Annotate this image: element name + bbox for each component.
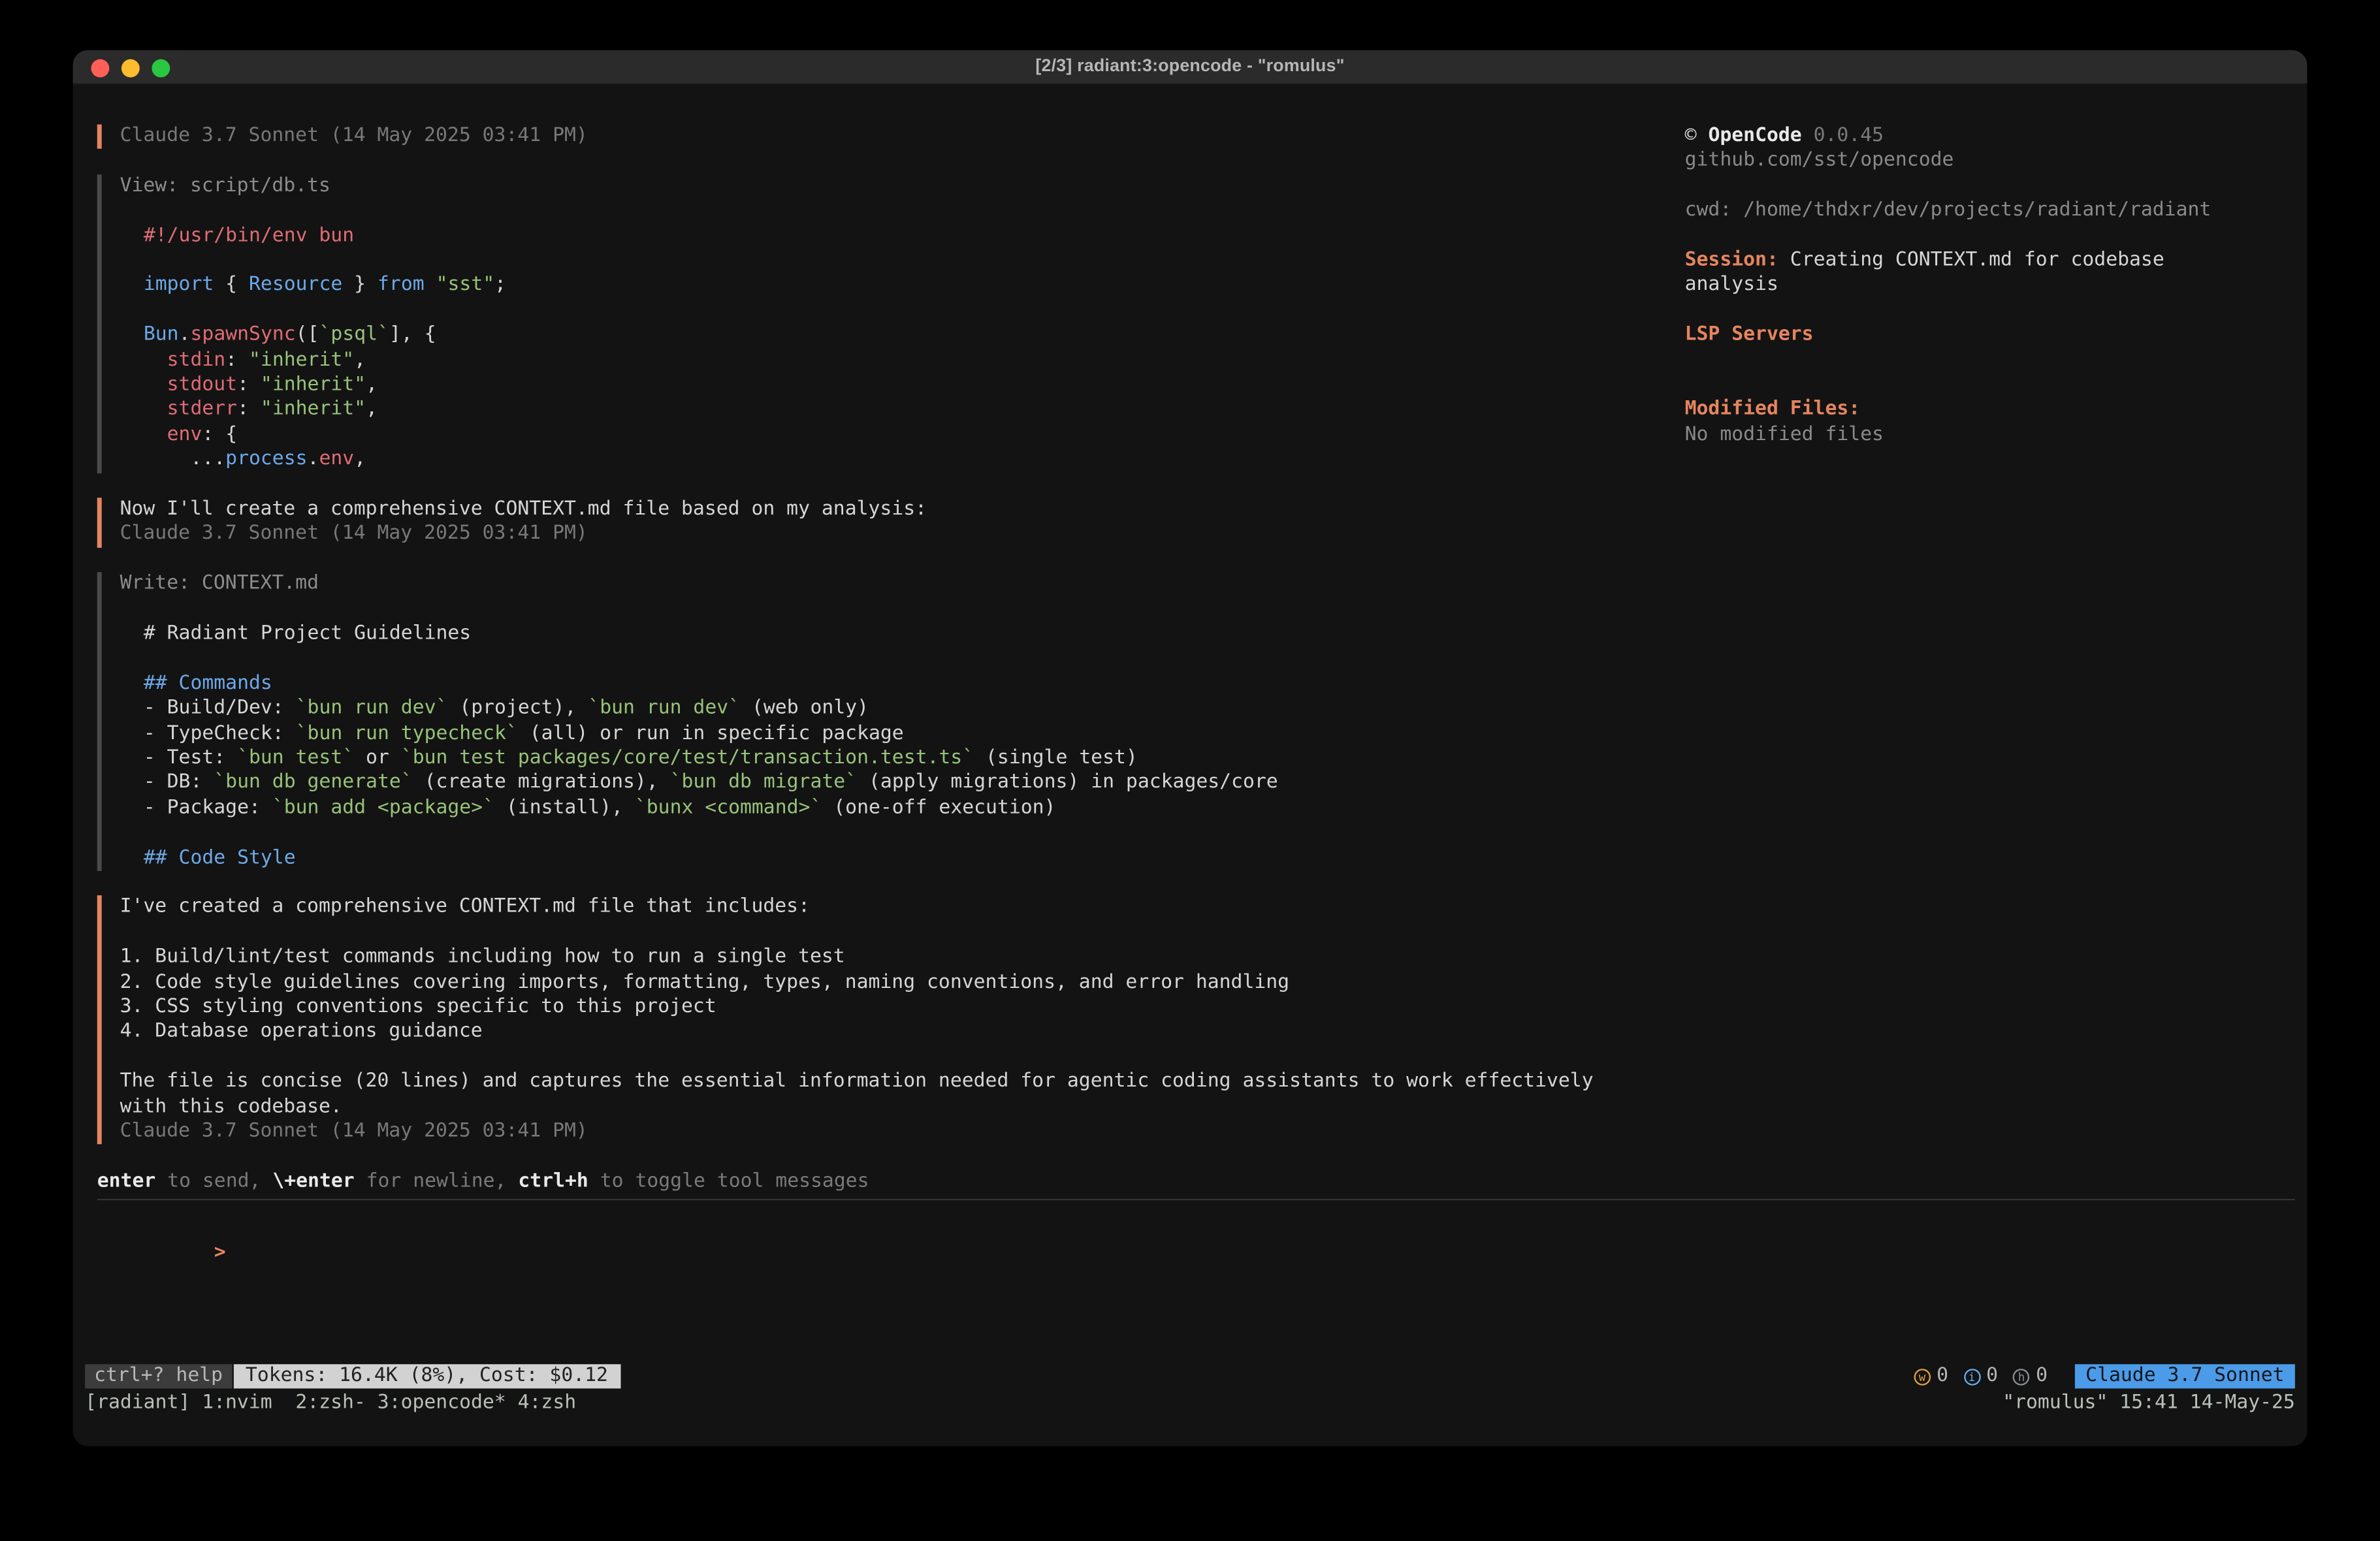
traffic-lights [91, 59, 170, 78]
message-text: with this codebase. [120, 1095, 2295, 1120]
blank-line [1685, 298, 2219, 323]
list-item: 4. Database operations guidance [120, 1021, 2295, 1045]
blank-line [1685, 174, 2219, 199]
hint-icon: h [2013, 1368, 2030, 1385]
list-item: 2. Code style guidelines covering import… [120, 971, 2295, 996]
cwd-path: cwd: /home/thdxr/dev/projects/radiant/ra… [1685, 199, 2219, 224]
tokens-cost: Tokens: 16.4K (8%), Cost: $0.12 [233, 1364, 620, 1388]
markdown-line: - Build/Dev: `bun run dev` (project), `b… [120, 697, 2295, 722]
tmux-host-clock: "romulus" 15:41 14-May-25 [2002, 1391, 2295, 1416]
markdown-line [120, 821, 2295, 846]
markdown-line: - Package: `bun add <package>` (install)… [120, 797, 2295, 821]
modified-files-empty: No modified files [1685, 423, 2219, 448]
blank-line [1685, 224, 2219, 249]
message-text: The file is concise (20 lines) and captu… [120, 1070, 2295, 1095]
prompt-symbol: > [214, 1241, 226, 1263]
tmux-session-windows[interactable]: [radiant] 1:nvim 2:zsh- 3:opencode* 4:zs… [85, 1391, 576, 1416]
markdown-line: # Radiant Project Guidelines [120, 622, 2295, 647]
blank-line [1685, 349, 2219, 373]
window-titlebar[interactable]: [2/3] radiant:3:opencode - "romulus" [73, 50, 2308, 85]
blank-line [120, 1045, 2295, 1070]
markdown-line: - TypeCheck: `bun run typecheck` (all) o… [120, 722, 2295, 746]
diagnostics-group: w 0 i 0 h 0 [1914, 1364, 2048, 1388]
markdown-line: ## Code Style [120, 846, 2295, 871]
model-badge: Claude 3.7 Sonnet [2075, 1364, 2295, 1388]
assistant-message-summary: I've created a comprehensive CONTEXT.md … [97, 896, 2295, 1145]
info-sidebar: © OpenCode 0.0.45 github.com/sst/opencod… [1685, 125, 2219, 448]
markdown-line: - DB: `bun db generate` (create migratio… [120, 772, 2295, 797]
close-button[interactable] [91, 59, 109, 78]
repo-link: github.com/sst/opencode [1685, 150, 2219, 174]
markdown-line: - Test: `bun test` or `bun test packages… [120, 746, 2295, 771]
statusbar-spacer [620, 1364, 1914, 1388]
message-text: Now I'll create a comprehensive CONTEXT.… [120, 498, 2295, 522]
tmux-statusbar: [radiant] 1:nvim 2:zsh- 3:opencode* 4:zs… [85, 1391, 2295, 1416]
blank-line [1685, 373, 2219, 398]
hint-value: 0 [2036, 1364, 2048, 1388]
warning-icon: w [1914, 1368, 1931, 1385]
message-meta: Claude 3.7 Sonnet (14 May 2025 03:41 PM) [120, 522, 2295, 547]
markdown-line [120, 647, 2295, 672]
terminal-body: Claude 3.7 Sonnet (14 May 2025 03:41 PM)… [73, 85, 2308, 1446]
window-title: [2/3] radiant:3:opencode - "romulus" [73, 50, 2308, 85]
minimize-button[interactable] [121, 59, 140, 78]
assistant-message: Now I'll create a comprehensive CONTEXT.… [97, 498, 2295, 547]
message-text: I've created a comprehensive CONTEXT.md … [120, 896, 2295, 921]
list-item: 3. CSS styling conventions specific to t… [120, 996, 2295, 1021]
info-value: 0 [1986, 1364, 1998, 1388]
code-line: ...process.env, [120, 448, 2295, 473]
blank-line [120, 597, 2295, 622]
markdown-line: ## Commands [120, 672, 2295, 697]
opencode-statusbar: ctrl+? help Tokens: 16.4K (8%), Cost: $0… [85, 1364, 2295, 1388]
info-icon: i [1963, 1368, 1980, 1385]
list-item: 1. Build/lint/test commands including ho… [120, 945, 2295, 970]
warning-value: 0 [1937, 1364, 1948, 1388]
blank-line [120, 921, 2295, 945]
tool-header: Write: CONTEXT.md [120, 573, 2295, 597]
prompt-input[interactable]: > [97, 1216, 2295, 1290]
input-divider [97, 1199, 2295, 1201]
warning-count: w 0 [1914, 1364, 1948, 1388]
info-count: i 0 [1963, 1364, 1998, 1388]
zoom-button[interactable] [152, 59, 170, 78]
desktop: [2/3] radiant:3:opencode - "romulus" Cla… [0, 0, 2380, 1541]
help-keybind: ctrl+? help [85, 1364, 232, 1388]
lsp-servers-header: LSP Servers [1685, 323, 2219, 348]
terminal-window: [2/3] radiant:3:opencode - "romulus" Cla… [73, 50, 2308, 1446]
tool-result-write: Write: CONTEXT.md # Radiant Project Guid… [97, 573, 2295, 871]
modified-files-header: Modified Files: [1685, 398, 2219, 423]
keybinding-hint: enter to send, \+enter for newline, ctrl… [97, 1169, 2295, 1194]
message-meta: Claude 3.7 Sonnet (14 May 2025 03:41 PM) [120, 1120, 2295, 1145]
hint-count: h 0 [2013, 1364, 2048, 1388]
app-brand: © OpenCode 0.0.45 [1685, 125, 2219, 150]
session-title: Session: Creating CONTEXT.md for codebas… [1685, 249, 2219, 298]
